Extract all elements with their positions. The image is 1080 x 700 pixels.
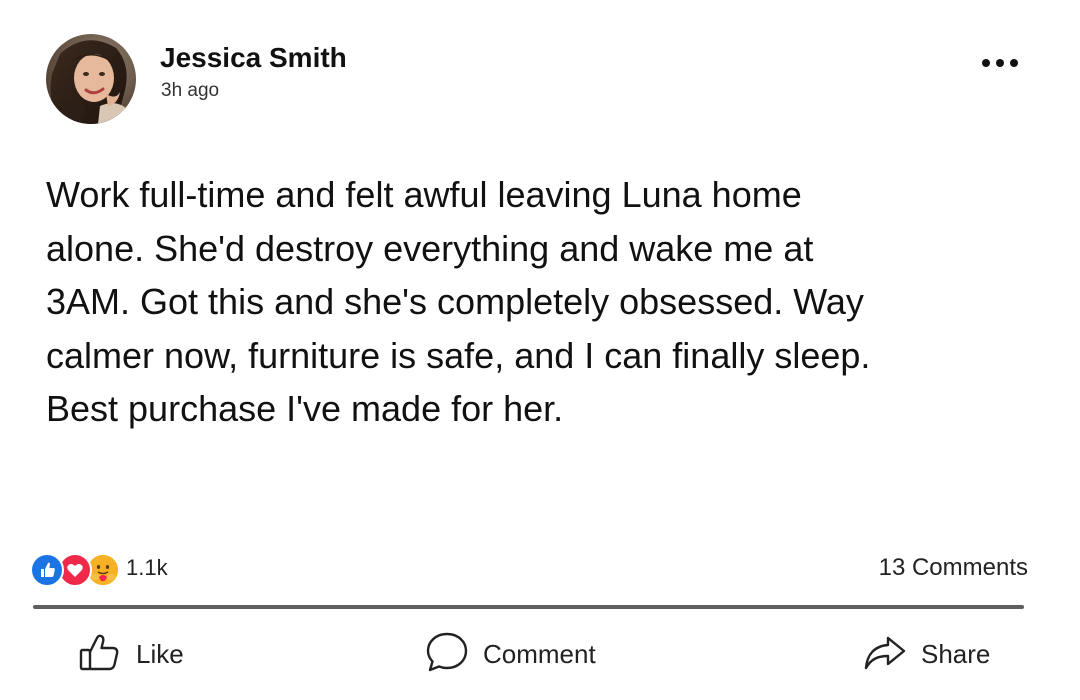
like-label: Like — [136, 638, 184, 669]
reaction-icons — [30, 552, 122, 587]
share-button[interactable]: Share — [863, 628, 990, 680]
author-avatar[interactable] — [46, 34, 136, 124]
more-icon-dot — [982, 59, 990, 67]
more-options-button[interactable] — [972, 46, 1028, 80]
action-divider — [33, 605, 1024, 609]
reaction-count: 1.1k — [126, 555, 168, 580]
reactions-summary[interactable]: 1.1k — [30, 552, 168, 587]
thumbs-up-icon — [78, 630, 122, 679]
post-text: Work full-time and felt awful leaving Lu… — [46, 174, 871, 429]
comment-label: Comment — [483, 638, 596, 669]
share-arrow-icon — [863, 630, 907, 679]
post-timestamp[interactable]: 3h ago — [161, 80, 219, 102]
comments-count-link[interactable]: 13 Comments — [879, 554, 1028, 582]
comment-bubble-icon — [425, 630, 469, 679]
author-name[interactable]: Jessica Smith — [160, 42, 347, 74]
avatar-photo — [46, 34, 136, 124]
more-icon-dot — [1010, 59, 1018, 67]
facebook-post: Jessica Smith 3h ago Work full-time and … — [0, 0, 1080, 700]
comment-button[interactable]: Comment — [425, 628, 596, 680]
share-label: Share — [921, 638, 991, 669]
like-reaction-icon — [30, 553, 64, 587]
more-icon-dot — [996, 59, 1004, 67]
like-button[interactable]: Like — [78, 628, 184, 680]
